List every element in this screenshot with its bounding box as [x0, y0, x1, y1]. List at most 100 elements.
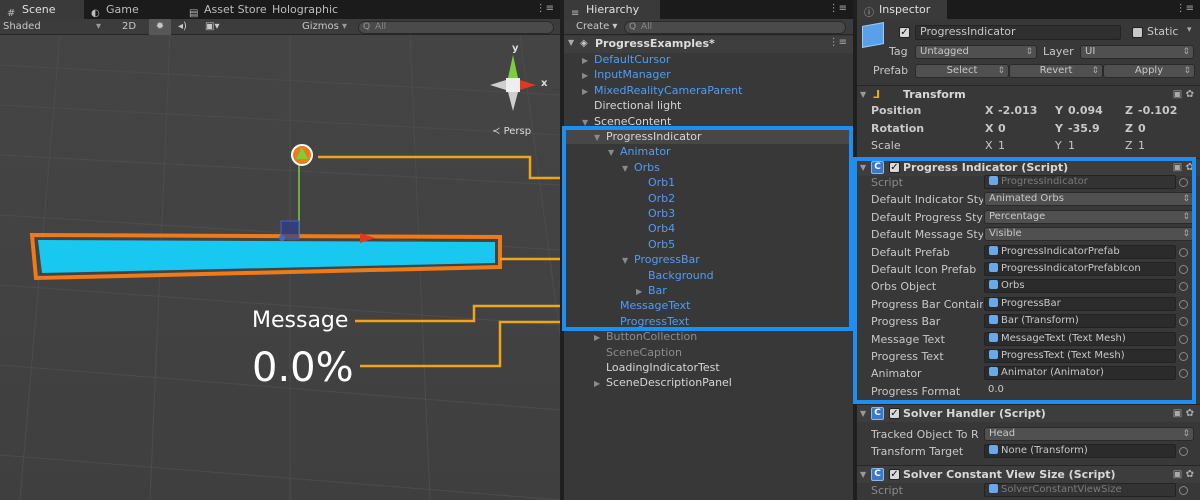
object-picker-icon[interactable] — [1179, 486, 1188, 495]
prefab-select-button[interactable]: Select — [915, 64, 1009, 78]
transform-x-value[interactable]: -2.013 — [998, 102, 1037, 119]
inspector-tabbar: ⓘ Inspector ⋮≡ — [857, 0, 1200, 19]
scene-menu-icon[interactable]: ⋮≡ — [829, 37, 847, 48]
layer-dropdown[interactable]: UI — [1080, 45, 1194, 59]
gizmo-x-label: x — [541, 78, 548, 89]
panel-menu-icon[interactable]: ⋮≡ — [536, 3, 554, 14]
hierarchy-item-label: LoadingIndicatorTest — [606, 361, 720, 374]
expand-arrow-icon[interactable]: ▶ — [594, 330, 606, 345]
scene-root-row[interactable]: ▼ ◈ ProgressExamples* ⋮≡ — [564, 36, 853, 53]
chevron-down-icon: ▾ — [96, 21, 102, 32]
transform-z-value[interactable]: -0.102 — [1138, 102, 1177, 119]
field-value: SolverConstantViewSize — [1001, 484, 1122, 495]
hierarchy-tabbar: ≡ Hierarchy ⋮≡ — [564, 0, 853, 19]
component-enabled-checkbox[interactable]: ✓ — [889, 469, 900, 480]
axis-x-label: X — [985, 121, 994, 135]
expand-arrow-icon[interactable]: ▶ — [582, 68, 594, 83]
2d-toggle[interactable]: 2D — [122, 19, 136, 35]
static-label: Static — [1147, 25, 1179, 38]
search-icon: Q — [363, 22, 371, 32]
object-type-icon — [989, 484, 998, 493]
hierarchy-search-input[interactable]: Q All — [624, 21, 846, 34]
hierarchy-item-label: SceneCaption — [606, 345, 683, 359]
script-icon: C — [871, 407, 884, 420]
hierarchy-item[interactable]: ▶ ButtonCollection — [594, 329, 697, 344]
tab-scene[interactable]: # Scene — [0, 0, 84, 19]
tab-game[interactable]: ◐ Game — [84, 0, 182, 19]
shading-dropdown[interactable]: Shaded — [3, 19, 41, 35]
prefab-apply-button[interactable]: Apply — [1103, 64, 1195, 78]
object-picker-icon[interactable] — [1179, 447, 1188, 457]
scene-viewport[interactable]: y x ≺ Persp Message 0.0% — [0, 35, 560, 500]
search-icon: Q — [629, 22, 637, 32]
expand-arrow-icon[interactable]: ▶ — [582, 84, 594, 99]
transform-x-value[interactable]: 1 — [998, 137, 1005, 154]
hierarchy-item[interactable]: LoadingIndicatorTest — [594, 360, 720, 375]
component-enabled-checkbox[interactable]: ✓ — [889, 408, 900, 419]
axis-z-label: Z — [1125, 139, 1133, 152]
gizmo-y-label: y — [512, 43, 519, 54]
axis-z-label: Z — [1125, 104, 1133, 117]
transform-x-value[interactable]: 0 — [998, 120, 1006, 137]
field-value: None (Transform) — [1001, 445, 1088, 457]
lighting-toggle-icon[interactable]: ✹ — [149, 19, 171, 35]
scene-tabbar: # Scene ◐ Game ▤ Asset Store Holographic ⋮≡ — [0, 0, 560, 19]
inspector-highlight-box — [853, 157, 1196, 404]
component-field-row: Script SolverConstantViewSize — [857, 482, 1200, 499]
tab-hierarchy[interactable]: ≡ Hierarchy — [564, 0, 660, 19]
field-label: Script — [871, 484, 903, 497]
expand-arrow-icon[interactable]: ▶ — [594, 376, 606, 391]
effects-dropdown-icon[interactable]: ▣▾ — [205, 19, 219, 35]
axis-y-label: Y — [1055, 139, 1062, 152]
hierarchy-item[interactable]: SceneCaption — [594, 345, 682, 360]
hierarchy-item[interactable]: ▶ InputManager — [582, 67, 671, 82]
hierarchy-item-label: DefaultCursor — [594, 53, 671, 66]
tag-label: Tag — [889, 45, 908, 58]
gizmos-dropdown[interactable]: Gizmos — [302, 19, 339, 35]
tab-inspector[interactable]: ⓘ Inspector — [857, 0, 947, 19]
component-field-row: Tracked Object To R Head — [857, 426, 1200, 443]
component-settings-icon[interactable]: ▣ ✿ — [1173, 405, 1194, 423]
transform-z-value[interactable]: 1 — [1138, 137, 1145, 154]
active-checkbox[interactable]: ✓ — [899, 27, 910, 38]
hierarchy-item[interactable]: ▶ DefaultCursor — [582, 52, 670, 67]
transform-header[interactable]: ▼ ⅃ Transform ▣ ✿ — [857, 85, 1200, 103]
audio-toggle-icon[interactable]: ◂) — [178, 19, 187, 35]
solver-view-size-header[interactable]: ▼ C ✓ Solver Constant View Size (Script)… — [857, 465, 1200, 483]
tag-dropdown[interactable]: Untagged — [915, 45, 1037, 59]
persp-label[interactable]: ≺ Persp — [492, 126, 531, 137]
transform-y-value[interactable]: 1 — [1068, 137, 1075, 154]
scene-search-input[interactable]: Q All — [358, 21, 554, 34]
hierarchy-item-label: MixedRealityCameraParent — [594, 83, 743, 97]
hierarchy-item-label: Directional light — [594, 99, 682, 113]
hierarchy-highlight-box — [562, 126, 853, 331]
hierarchy-item[interactable]: Directional light — [582, 98, 681, 113]
hierarchy-item[interactable]: ▶ MixedRealityCameraParent — [582, 83, 742, 98]
chevron-down-icon[interactable]: ▾ — [1187, 25, 1192, 35]
panel-menu-icon[interactable]: ⋮≡ — [829, 3, 847, 14]
hierarchy-item-label: SceneDescriptionPanel — [606, 376, 732, 390]
create-dropdown[interactable]: Create ▾ — [576, 19, 617, 35]
object-reference-field[interactable]: None (Transform) — [984, 444, 1176, 459]
tab-holographic[interactable]: Holographic — [266, 0, 356, 19]
scene-toolbar: Shaded ▾ 2D ✹ ◂) ▣▾ Gizmos ▾ Q All — [0, 19, 560, 35]
expand-arrow-icon[interactable]: ▶ — [582, 53, 594, 68]
enum-dropdown[interactable]: Head — [984, 427, 1194, 441]
field-label: Position — [871, 104, 922, 117]
prefab-label: Prefab — [873, 64, 909, 77]
static-checkbox[interactable] — [1132, 27, 1143, 38]
transform-y-value[interactable]: 0.094 — [1068, 102, 1103, 119]
expand-arrow-icon: ▼ — [568, 38, 575, 47]
transform-z-value[interactable]: 0 — [1138, 120, 1146, 137]
prefab-revert-button[interactable]: Revert — [1009, 64, 1103, 78]
transform-row: Position X -2.013 Y 0.094 Z -0.102 — [857, 102, 1200, 119]
panel-menu-icon[interactable]: ⋮≡ — [1176, 3, 1194, 14]
object-reference-field: SolverConstantViewSize — [984, 483, 1176, 497]
hierarchy-item[interactable]: ▶ SceneDescriptionPanel — [594, 375, 732, 390]
tab-asset-store[interactable]: ▤ Asset Store — [182, 0, 267, 19]
solver-handler-header[interactable]: ▼ C ✓ Solver Handler (Script) ▣ ✿ — [857, 404, 1200, 422]
object-name-field[interactable]: ProgressIndicator — [915, 25, 1121, 40]
transform-y-value[interactable]: -35.9 — [1068, 120, 1100, 137]
scene-panel: # Scene ◐ Game ▤ Asset Store Holographic ⋮≡… — [0, 0, 560, 500]
gameobject-icon — [862, 22, 884, 48]
